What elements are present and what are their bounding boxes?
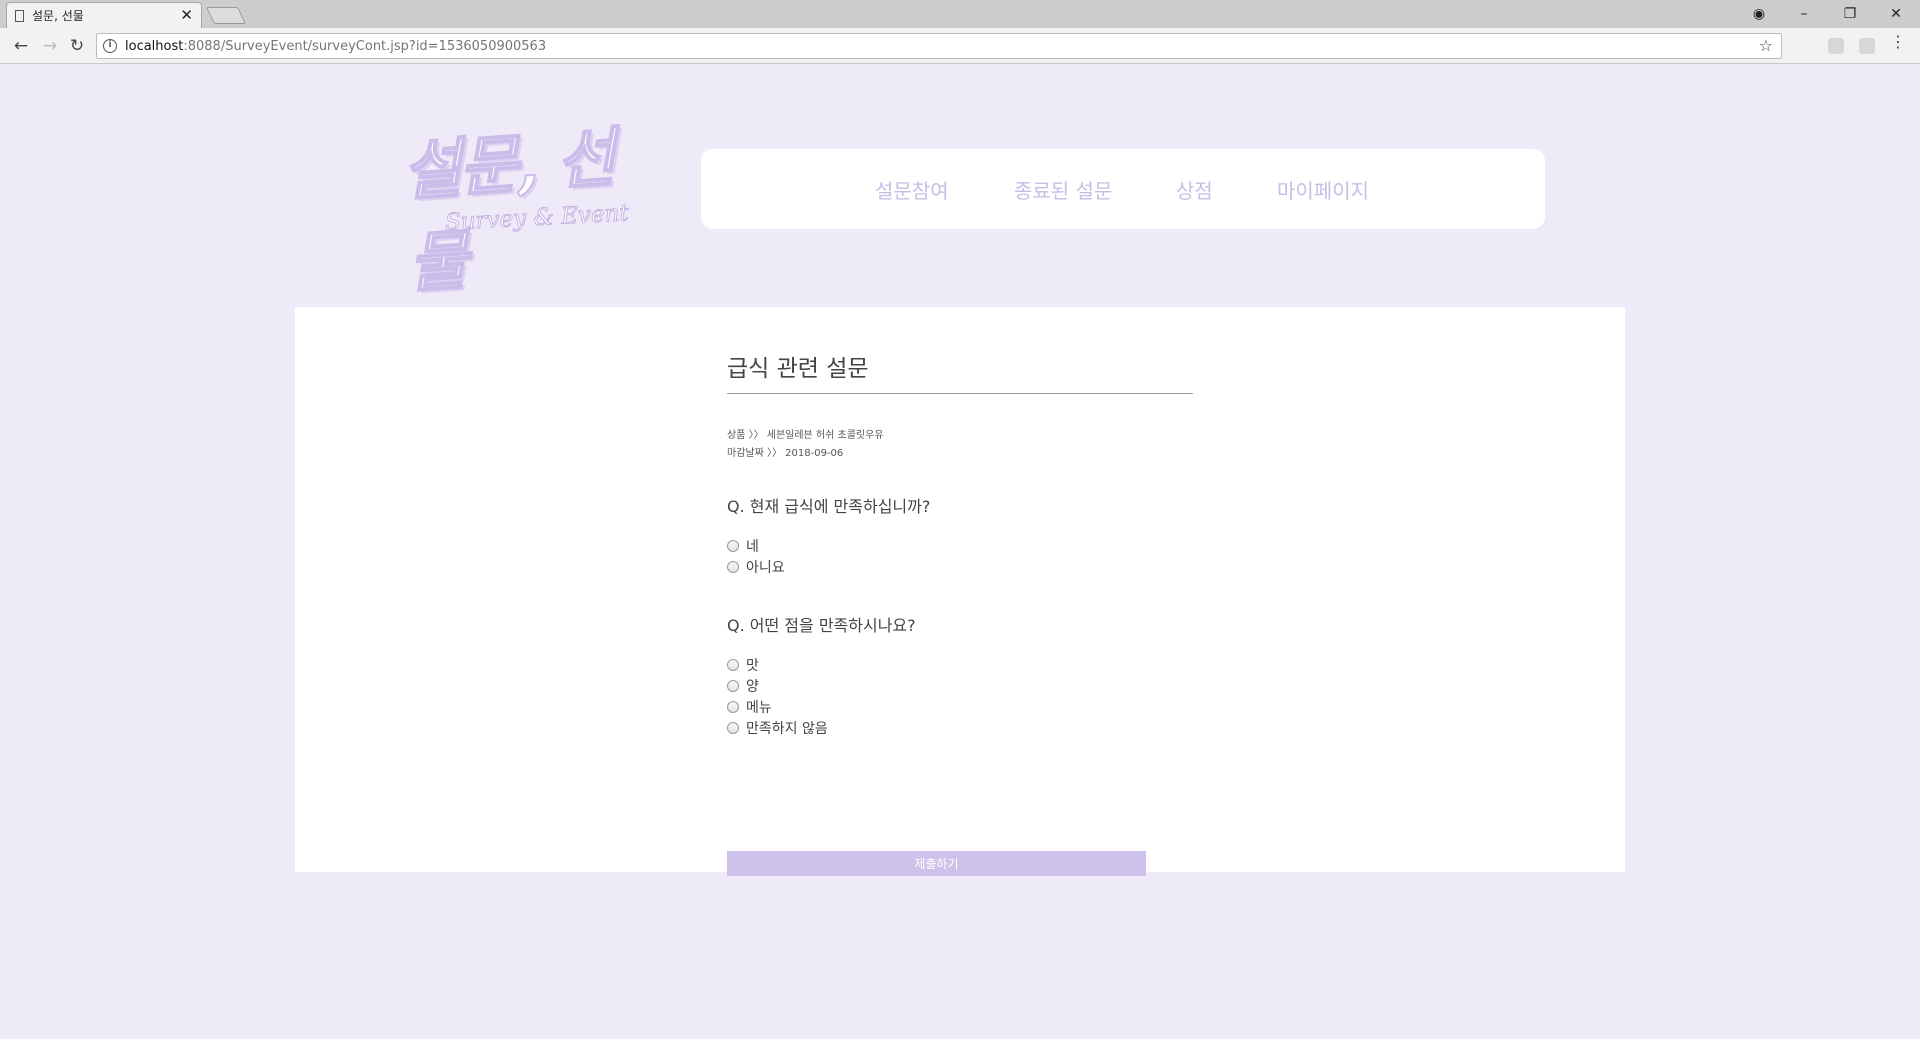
tab-title: 설문, 선물: [32, 9, 84, 23]
url-path: :8088/SurveyEvent/surveyCont.jsp?id=1536…: [183, 38, 547, 54]
q2-option-amount[interactable]: 양: [727, 676, 759, 696]
address-bar[interactable]: i localhost :8088/SurveyEvent/surveyCont…: [96, 33, 1782, 59]
site-logo[interactable]: 설문, 선물 Survey & Event: [399, 113, 635, 302]
option-label: 네: [746, 539, 759, 555]
option-label: 아니요: [746, 560, 785, 576]
tab-close-icon[interactable]: ✕: [180, 8, 193, 23]
browser-tab[interactable]: 설문, 선물 ✕: [6, 2, 202, 28]
extension-icon-2[interactable]: [1859, 38, 1875, 54]
option-label: 맛: [746, 658, 759, 674]
q2-option-not-satisfied[interactable]: 만족하지 않음: [727, 718, 828, 738]
nav-item-mypage[interactable]: 마이페이지: [1277, 175, 1369, 204]
main-nav: 설문참여 종료된 설문 상점 마이페이지: [701, 149, 1545, 229]
extension-icon[interactable]: [1828, 38, 1844, 54]
nav-item-store[interactable]: 상점: [1176, 175, 1213, 204]
option-label: 메뉴: [746, 700, 772, 716]
info-icon[interactable]: i: [103, 39, 117, 53]
browser-menu-icon[interactable]: ⋮: [1890, 34, 1906, 50]
new-tab-button[interactable]: [206, 7, 246, 24]
option-label: 만족하지 않음: [746, 721, 828, 737]
radio-button[interactable]: [727, 722, 739, 734]
submit-button[interactable]: 제출하기: [727, 851, 1146, 876]
deadline-info: 마감날짜 〉〉 2018-09-06: [727, 448, 844, 459]
forward-button[interactable]: →: [38, 34, 62, 58]
q1-option-yes[interactable]: 네: [727, 536, 759, 556]
question-2: Q. 어떤 점을 만족하시나요?: [727, 616, 916, 635]
option-label: 양: [746, 679, 759, 695]
radio-button[interactable]: [727, 540, 739, 552]
radio-button[interactable]: [727, 701, 739, 713]
back-button[interactable]: ←: [9, 34, 33, 58]
survey-title: 급식 관련 설문: [727, 349, 1193, 394]
restore-button[interactable]: ❐: [1828, 0, 1872, 28]
url-host: localhost: [125, 38, 184, 54]
nav-item-closed-survey[interactable]: 종료된 설문: [1014, 175, 1112, 204]
survey-panel: 급식 관련 설문 상품 〉〉 세븐일레븐 허쉬 초콜릿우유 마감날짜 〉〉 20…: [295, 307, 1625, 876]
tab-strip: 설문, 선물 ✕ ◉ – ❐ ✕: [0, 0, 1920, 28]
minimize-button[interactable]: –: [1782, 0, 1826, 28]
prize-info: 상품 〉〉 세븐일레븐 허쉬 초콜릿우유: [727, 430, 884, 441]
page: 설문, 선물 Survey & Event 설문참여 종료된 설문 상점 마이페…: [0, 65, 1920, 1039]
question-1: Q. 현재 급식에 만족하십니까?: [727, 497, 931, 516]
radio-button[interactable]: [727, 561, 739, 573]
reload-button[interactable]: ↻: [65, 34, 89, 58]
radio-button[interactable]: [727, 680, 739, 692]
close-window-button[interactable]: ✕: [1874, 0, 1918, 28]
q1-option-no[interactable]: 아니요: [727, 557, 785, 577]
browser-toolbar: ← → ↻ i localhost :8088/SurveyEvent/surv…: [0, 28, 1920, 64]
page-icon: [15, 9, 24, 22]
radio-button[interactable]: [727, 659, 739, 671]
nav-item-survey[interactable]: 설문참여: [875, 175, 949, 204]
bookmark-star-icon[interactable]: ☆: [1759, 36, 1773, 55]
q2-option-taste[interactable]: 맛: [727, 655, 759, 675]
profile-icon[interactable]: ◉: [1737, 0, 1781, 28]
q2-option-menu[interactable]: 메뉴: [727, 697, 772, 717]
